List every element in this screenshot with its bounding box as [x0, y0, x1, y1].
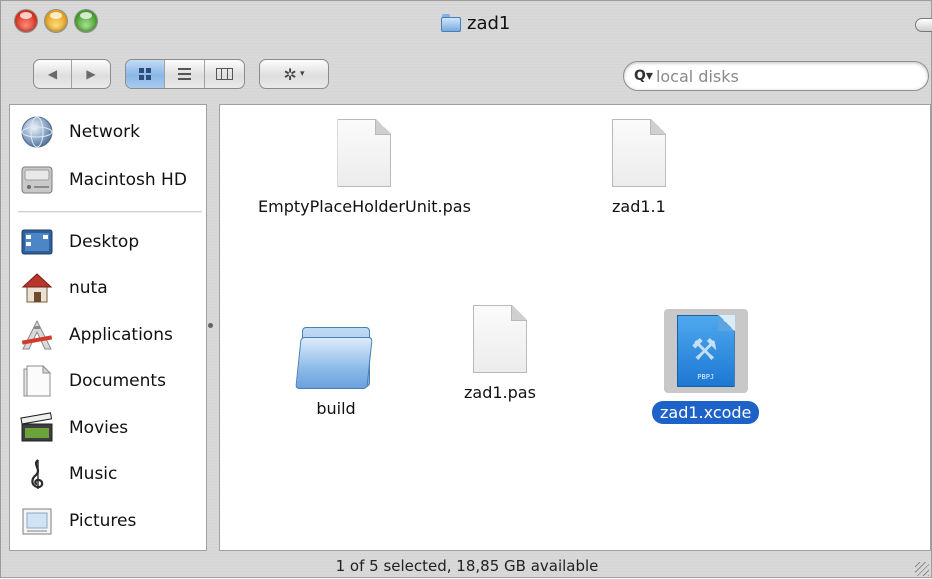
xcode-badge: PBPJ: [697, 373, 715, 381]
toolbar: ◀ ▶ ✲ ▾ Q▾: [1, 45, 932, 103]
title-bar[interactable]: zad1: [1, 1, 932, 45]
search-field[interactable]: Q▾: [623, 61, 929, 91]
sidebar-item-label: Documents: [69, 371, 166, 391]
gear-icon: ✲: [283, 64, 297, 84]
zoom-button[interactable]: [75, 10, 97, 32]
sidebar-item-label: Applications: [69, 325, 173, 345]
action-menu-button[interactable]: ✲ ▾: [260, 60, 328, 88]
forward-button[interactable]: ▶: [72, 60, 110, 88]
view-mode-group: [125, 59, 245, 89]
window-title-text: zad1: [467, 12, 511, 34]
document-icon: [472, 305, 527, 373]
forward-arrow-icon: ▶: [86, 67, 96, 81]
documents-icon: [23, 364, 52, 397]
sidebar-item-movies[interactable]: Movies: [10, 407, 206, 449]
xcode-hammer-icon: ⚒: [690, 333, 718, 368]
back-button[interactable]: ◀: [34, 60, 72, 88]
toolbar-toggle-button[interactable]: [915, 18, 932, 32]
sidebar-item-applications[interactable]: Applications: [10, 314, 206, 356]
file-item-selected[interactable]: ⚒ PBPJ zad1.xcode: [652, 309, 760, 424]
back-arrow-icon: ◀: [47, 67, 58, 81]
list-view-button[interactable]: [165, 60, 205, 88]
sidebar-item-documents[interactable]: Documents: [10, 360, 206, 402]
music-icon: [31, 459, 44, 489]
status-text: 1 of 5 selected, 18,85 GB available: [335, 557, 599, 575]
sidebar-divider: [18, 211, 202, 213]
sidebar-item-label: nuta: [69, 278, 108, 298]
sidebar-item-label: Macintosh HD: [69, 170, 187, 190]
folder-item[interactable]: build: [295, 323, 374, 420]
status-bar: 1 of 5 selected, 18,85 GB available: [1, 553, 932, 579]
minimize-button[interactable]: [45, 10, 67, 32]
sidebar-item-label: Movies: [69, 418, 129, 438]
list-view-icon: [178, 68, 192, 80]
resize-grip-icon[interactable]: [915, 562, 929, 576]
sidebar-item-nuta[interactable]: nuta: [10, 267, 206, 309]
file-item[interactable]: zad1.1: [604, 119, 674, 218]
sidebar-item-macintosh-hd[interactable]: Macintosh HD: [10, 159, 206, 201]
movies-icon: [20, 412, 53, 442]
applications-icon: [21, 319, 53, 350]
file-name: EmptyPlaceHolderUnit.pas: [258, 197, 471, 216]
sidebar-item-music[interactable]: Music: [10, 453, 206, 495]
file-name: zad1.1: [612, 197, 666, 216]
home-icon: [21, 273, 53, 303]
xcode-project-icon: ⚒ PBPJ: [663, 309, 748, 393]
file-item[interactable]: zad1.pas: [456, 305, 544, 404]
hard-drive-icon: [21, 166, 53, 194]
sidebar-item-pictures[interactable]: Pictures: [10, 500, 206, 542]
sidebar-item-network[interactable]: Network: [10, 111, 206, 153]
desktop-icon: [21, 229, 53, 255]
sidebar-item-label: Desktop: [69, 232, 140, 252]
window-title: zad1: [441, 11, 510, 35]
file-name: build: [316, 399, 356, 418]
action-menu-group: ✲ ▾: [259, 59, 329, 89]
folder-icon: [295, 323, 374, 389]
sidebar-item-label: Network: [69, 122, 140, 142]
search-input[interactable]: [655, 66, 906, 86]
folder-icon: [441, 14, 461, 32]
file-name: zad1.xcode: [652, 401, 760, 424]
document-icon: [611, 119, 666, 187]
document-icon: [337, 119, 392, 187]
sidebar-item-desktop[interactable]: Desktop: [10, 221, 206, 263]
column-view-button[interactable]: [205, 60, 244, 88]
sidebar-item-label: Music: [69, 464, 118, 484]
search-icon[interactable]: Q▾: [634, 68, 653, 84]
sidebar-item-label: Pictures: [69, 511, 137, 531]
file-name: zad1.pas: [464, 383, 536, 402]
icon-view-icon: [139, 68, 152, 80]
chevron-down-icon: ▾: [299, 69, 305, 79]
file-item[interactable]: EmptyPlaceHolderUnit.pas: [250, 119, 479, 218]
network-icon: [21, 116, 53, 148]
icon-view-button[interactable]: [126, 60, 166, 88]
sidebar-splitter-handle[interactable]: [208, 323, 213, 328]
finder-window: zad1 ◀ ▶ ✲ ▾ Q▾ local disks Network Maci…: [0, 0, 932, 578]
back-forward-group: ◀ ▶: [33, 59, 111, 89]
icon-view-pane[interactable]: EmptyPlaceHolderUnit.pas zad1.1 build za…: [219, 104, 931, 551]
sidebar: Network Macintosh HD Desktop nuta Applic…: [9, 104, 207, 551]
pictures-icon: [22, 508, 52, 535]
close-button[interactable]: [15, 10, 37, 32]
column-view-icon: [215, 68, 233, 80]
